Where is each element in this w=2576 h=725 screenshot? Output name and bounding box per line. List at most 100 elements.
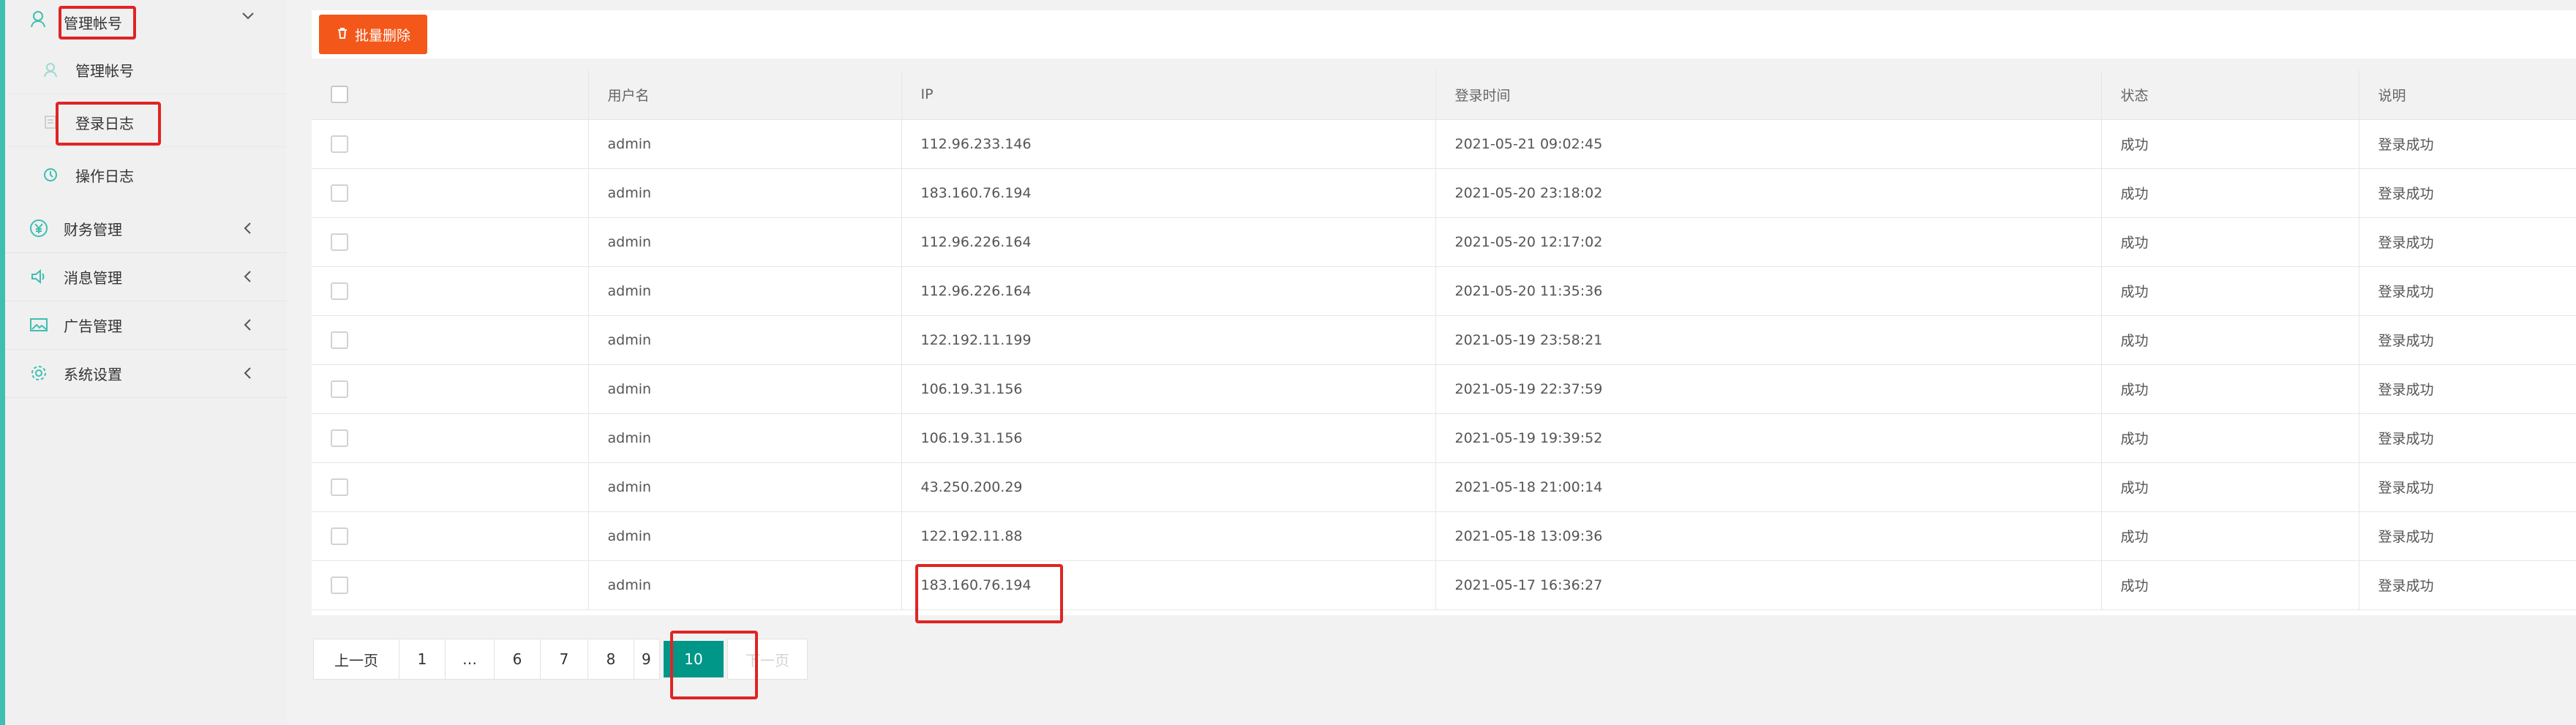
cell-login-time: 2021-05-20 23:18:02 — [1435, 168, 2102, 218]
cell-username: admin — [588, 364, 902, 414]
page-7-button[interactable]: 7 — [540, 639, 588, 680]
toolbar: 批量删除 — [312, 10, 2576, 59]
main-content: 批量删除 用户名 IP 登录时间 状态 说明 admin 112.96.233.1… — [287, 0, 2576, 725]
cell-login-time: 2021-05-21 09:02:45 — [1435, 119, 2102, 169]
sidebar-sub-item-login-log-label: 登录日志 — [75, 114, 134, 132]
cell-note: 登录成功 — [2359, 119, 2576, 169]
table-row: admin 112.96.226.164 2021-05-20 11:35:36 成功… — [312, 266, 2576, 316]
document-icon — [42, 113, 59, 131]
cell-login-time: 2021-05-18 21:00:14 — [1435, 462, 2102, 512]
sidebar-menu-accounts[interactable]: 管理帐号 — [5, 0, 287, 41]
column-header-status: 状态 — [2101, 70, 2359, 120]
cell-ip: 122.192.11.88 — [901, 511, 1436, 561]
select-all-checkbox[interactable] — [331, 86, 348, 104]
row-checkbox[interactable] — [331, 233, 348, 251]
cell-ip: 112.96.226.164 — [901, 266, 1436, 316]
sidebar-sub-item-accounts-label: 管理帐号 — [75, 61, 134, 80]
chevron-left-icon — [238, 218, 258, 238]
cell-ip: 43.250.200.29 — [901, 462, 1436, 512]
cell-status: 成功 — [2101, 315, 2359, 365]
cell-username: admin — [588, 217, 902, 267]
cell-ip: 183.160.76.194 — [901, 560, 1436, 610]
cell-username: admin — [588, 413, 902, 463]
speaker-icon — [29, 266, 49, 287]
sidebar-sub-item-accounts[interactable]: 管理帐号 — [5, 45, 287, 94]
next-page-button[interactable]: 下一页 — [727, 639, 808, 680]
sidebar-sub-item-login-log[interactable]: 登录日志 — [5, 98, 287, 147]
cell-note: 登录成功 — [2359, 511, 2576, 561]
cell-login-time: 2021-05-19 19:39:52 — [1435, 413, 2102, 463]
chevron-left-icon — [238, 266, 258, 287]
sidebar-sub-item-operation-log[interactable]: 操作日志 — [5, 151, 287, 199]
page-1-button[interactable]: 1 — [399, 639, 446, 680]
cell-status: 成功 — [2101, 511, 2359, 561]
sidebar-sub-item-operation-log-label: 操作日志 — [75, 167, 134, 185]
table-row: admin 122.192.11.199 2021-05-19 23:58:21 成功… — [312, 315, 2576, 365]
sidebar-menu-finance[interactable]: 财务管理 — [5, 204, 287, 253]
batch-delete-label: 批量删除 — [354, 27, 410, 44]
cell-status: 成功 — [2101, 119, 2359, 169]
prev-page-button[interactable]: 上一页 — [313, 639, 399, 680]
row-checkbox[interactable] — [331, 527, 348, 545]
row-checkbox[interactable] — [331, 282, 348, 300]
row-checkbox[interactable] — [331, 478, 348, 496]
cell-login-time: 2021-05-20 12:17:02 — [1435, 217, 2102, 267]
table-row: admin 106.19.31.156 2021-05-19 19:39:52 成功登… — [312, 413, 2576, 463]
table-row: admin 183.160.76.194 2021-05-20 23:18:02 成功… — [312, 168, 2576, 218]
page-10-button-current[interactable]: 10 — [664, 641, 724, 677]
pagination: 上一页 1 … 6 7 8 9 10 下一页 — [313, 639, 808, 680]
column-header-note: 说明 — [2359, 70, 2576, 120]
column-header-username: 用户名 — [588, 70, 902, 120]
cell-note: 登录成功 — [2359, 413, 2576, 463]
clock-icon — [42, 166, 59, 184]
sidebar-menu-ads-label: 广告管理 — [64, 317, 122, 335]
gear-icon — [29, 363, 49, 383]
cell-login-time: 2021-05-19 23:58:21 — [1435, 315, 2102, 365]
sidebar-menu-messages[interactable]: 消息管理 — [5, 252, 287, 301]
page-9-button[interactable]: 9 — [634, 639, 660, 680]
chevron-down-icon — [238, 6, 258, 26]
cell-note: 登录成功 — [2359, 462, 2576, 512]
cell-ip: 106.19.31.156 — [901, 413, 1436, 463]
sidebar-menu-settings[interactable]: 系统设置 — [5, 349, 287, 398]
row-checkbox[interactable] — [331, 184, 348, 202]
batch-delete-button[interactable]: 批量删除 — [319, 15, 427, 54]
row-checkbox[interactable] — [331, 331, 348, 349]
login-log-table: 用户名 IP 登录时间 状态 说明 admin 112.96.233.146 202… — [312, 70, 2576, 615]
table-row: admin 43.250.200.29 2021-05-18 21:00:14 成功登… — [312, 462, 2576, 512]
sidebar-accent-bar — [0, 0, 5, 725]
chevron-left-icon — [238, 363, 258, 383]
cell-login-time: 2021-05-18 13:09:36 — [1435, 511, 2102, 561]
table-row: admin 122.192.11.88 2021-05-18 13:09:36 成功登… — [312, 511, 2576, 561]
cell-note: 登录成功 — [2359, 560, 2576, 610]
page-6-button[interactable]: 6 — [494, 639, 541, 680]
cell-login-time: 2021-05-17 16:36:27 — [1435, 560, 2102, 610]
table-header-row: 用户名 IP 登录时间 状态 说明 — [312, 70, 2576, 120]
cell-username: admin — [588, 560, 902, 610]
cell-username: admin — [588, 511, 902, 561]
cell-note: 登录成功 — [2359, 217, 2576, 267]
row-checkbox[interactable] — [331, 429, 348, 447]
row-checkbox[interactable] — [331, 135, 348, 153]
sidebar: 管理帐号 管理帐号 登录日志 操作日志 财务管理 消息管理 广告管理 系统设置 — [5, 0, 287, 725]
cell-ip: 183.160.76.194 — [901, 168, 1436, 218]
page-8-button[interactable]: 8 — [587, 639, 634, 680]
user-icon — [42, 61, 59, 78]
chevron-left-icon — [238, 315, 258, 335]
sidebar-menu-ads[interactable]: 广告管理 — [5, 301, 287, 350]
cell-status: 成功 — [2101, 364, 2359, 414]
cell-login-time: 2021-05-19 22:37:59 — [1435, 364, 2102, 414]
cell-note: 登录成功 — [2359, 315, 2576, 365]
cell-ip: 112.96.233.146 — [901, 119, 1436, 169]
cell-note: 登录成功 — [2359, 266, 2576, 316]
cell-ip: 106.19.31.156 — [901, 364, 1436, 414]
row-checkbox[interactable] — [331, 576, 348, 594]
sidebar-menu-messages-label: 消息管理 — [64, 268, 122, 287]
cell-username: admin — [588, 119, 902, 169]
cell-username: admin — [588, 315, 902, 365]
sidebar-menu-finance-label: 财务管理 — [64, 220, 122, 238]
column-header-login-time: 登录时间 — [1435, 70, 2102, 120]
row-checkbox[interactable] — [331, 380, 348, 398]
cell-username: admin — [588, 266, 902, 316]
image-icon — [29, 315, 49, 335]
